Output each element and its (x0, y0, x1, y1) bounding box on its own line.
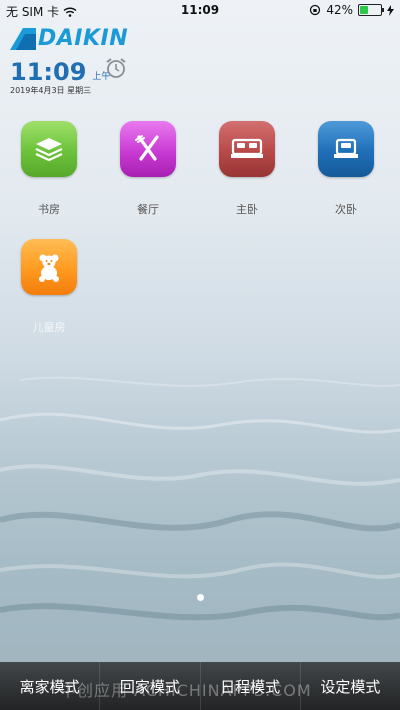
daikin-logo-mark-icon (10, 27, 36, 50)
schedule-mode-button[interactable]: 日程模式 (201, 662, 301, 710)
room-icon-tile[interactable] (21, 239, 77, 295)
battery-percent: 42% (326, 3, 353, 17)
away-mode-button[interactable]: 离家模式 (0, 662, 101, 710)
fork-knife-icon (135, 135, 159, 161)
settings-mode-button[interactable]: 设定模式 (301, 662, 400, 710)
room-icon-tile[interactable] (318, 121, 374, 177)
charging-bolt-icon (387, 4, 394, 16)
room-study[interactable]: 书房 (19, 121, 79, 217)
room-label: 儿童房 (32, 321, 66, 334)
logo-text: DAIKIN (38, 26, 129, 51)
room-icon-tile[interactable] (21, 121, 77, 177)
room-icon-tile[interactable] (219, 121, 275, 177)
room-master-bedroom[interactable]: 主卧 (217, 121, 277, 217)
water-background (0, 376, 400, 621)
home-mode-button[interactable]: 回家模式 (100, 662, 201, 710)
teddy-bear-icon (39, 254, 59, 282)
stack-layers-icon (35, 138, 63, 162)
room-kids[interactable]: 儿童房 (19, 239, 79, 335)
room-label: 次卧 (335, 203, 357, 216)
clock-time: 11:09 (10, 58, 87, 86)
alarm-clock-icon[interactable] (104, 56, 128, 80)
room-dining[interactable]: 餐厅 (118, 121, 178, 217)
page-indicator-dot (197, 594, 204, 601)
orientation-lock-icon (310, 4, 321, 16)
room-icon-tile[interactable] (120, 121, 176, 177)
room-second-bedroom[interactable]: 次卧 (316, 121, 376, 217)
double-bed-icon (231, 138, 263, 158)
mode-bar: 离家模式 回家模式 日程模式 设定模式 (0, 662, 400, 710)
room-label: 主卧 (236, 203, 258, 216)
room-label: 书房 (38, 203, 60, 216)
single-bed-icon (334, 138, 358, 158)
battery-icon (358, 4, 384, 16)
clock-date: 2019年4月3日 星期三 (10, 86, 92, 95)
status-bar: 无 SIM 卡 11:09 42% (0, 0, 400, 20)
clock-widget: 11:09 上午 (10, 58, 110, 86)
daikin-logo: DAIKIN (10, 26, 128, 51)
room-label: 餐厅 (137, 203, 159, 216)
